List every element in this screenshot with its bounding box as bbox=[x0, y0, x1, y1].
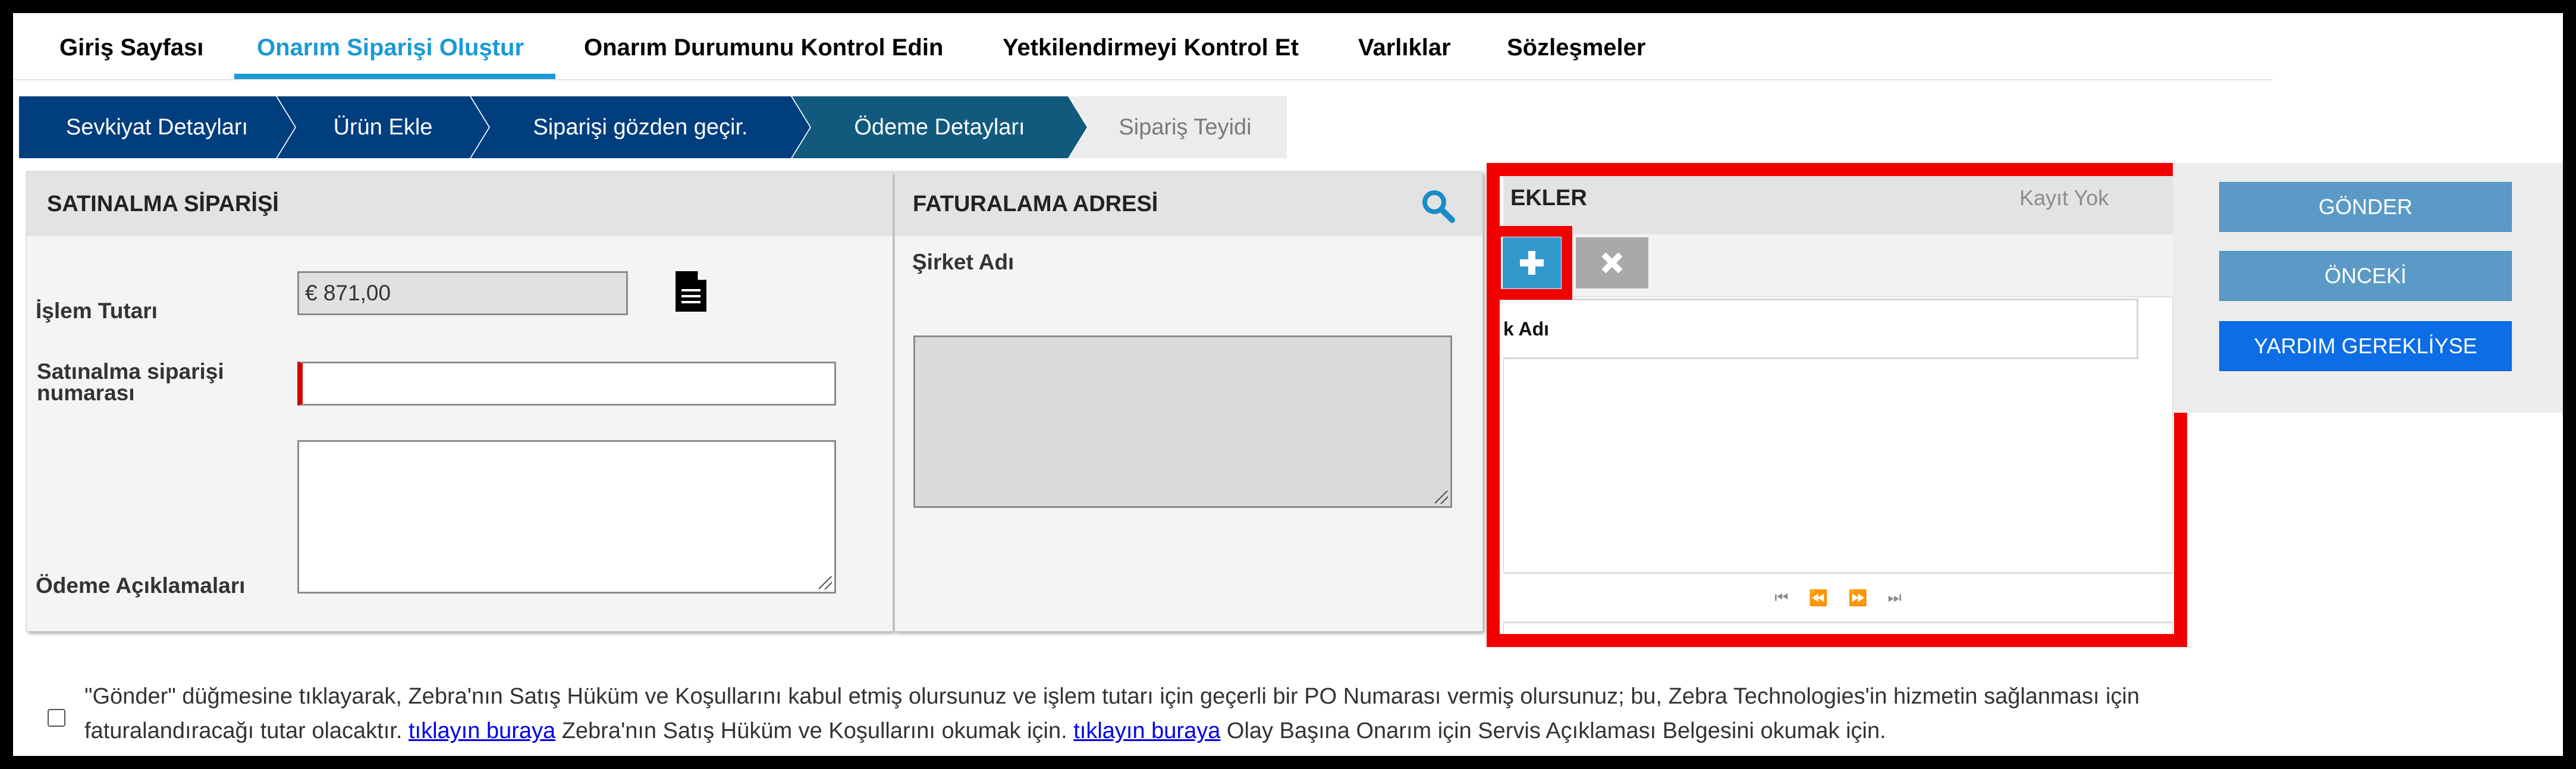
purchase-order-title: SATINALMA SİPARİŞİ bbox=[27, 172, 893, 236]
terms-link-sales-conditions[interactable]: tıklayın buraya bbox=[409, 718, 555, 743]
po-number-label-line1: Satınalma siparişi bbox=[37, 359, 224, 384]
help-button[interactable]: YARDIM GEREKLİYSE bbox=[2219, 321, 2512, 371]
plus-icon bbox=[1520, 251, 1544, 275]
close-icon bbox=[1601, 252, 1623, 274]
terms-text-part3: Olay Başına Onarım için Servis Açıklamas… bbox=[1226, 718, 1886, 743]
step-order-confirmation: Sipariş Teyidi bbox=[1069, 96, 1287, 158]
step-add-product: Ürün Ekle bbox=[277, 96, 489, 158]
payment-notes-textarea[interactable] bbox=[297, 440, 836, 594]
terms-link-service-description[interactable]: tıklayın buraya bbox=[1073, 718, 1220, 743]
step-label: Sipariş Teyidi bbox=[1119, 114, 1252, 140]
step-payment-details: Ödeme Detayları bbox=[792, 96, 1087, 158]
attachments-pager: ⏮ ⏪ ⏩ ⏭ bbox=[1503, 572, 2173, 623]
amount-field: € 871,00 bbox=[297, 271, 628, 315]
step-label: Sevkiyat Detayları bbox=[65, 114, 249, 140]
file-name-column-header[interactable]: k Adı bbox=[1503, 318, 1549, 340]
search-icon[interactable] bbox=[1420, 188, 1456, 224]
add-attachment-button[interactable] bbox=[1503, 237, 1561, 288]
step-label: Ürün Ekle bbox=[333, 114, 433, 140]
step-shipping-details: Sevkiyat Detayları bbox=[19, 96, 295, 158]
attachments-title: EKLER bbox=[1510, 186, 1587, 211]
nav-create-repair-order[interactable]: Onarım Siparişi Oluştur bbox=[257, 13, 524, 82]
attachments-record-count: Kayıt Yok bbox=[2019, 186, 2109, 210]
last-page-icon[interactable]: ⏭ bbox=[1887, 588, 1901, 607]
nav-home[interactable]: Giriş Sayfası bbox=[59, 13, 203, 82]
po-number-label-line2: numarası bbox=[37, 381, 135, 405]
step-label: Ödeme Detayları bbox=[854, 114, 1025, 140]
previous-page-icon[interactable]: ⏪ bbox=[1809, 589, 1828, 607]
delete-attachment-button[interactable] bbox=[1576, 237, 1648, 288]
amount-label: İşlem Tutarı bbox=[36, 299, 158, 323]
attachments-table-header: k Adı bbox=[1503, 299, 2138, 359]
po-number-input[interactable] bbox=[297, 362, 836, 406]
nav-divider bbox=[13, 79, 2273, 80]
nav-check-repair-status[interactable]: Onarım Durumunu Kontrol Edin bbox=[584, 13, 943, 82]
previous-button[interactable]: ÖNCEKİ bbox=[2219, 251, 2512, 301]
first-page-icon[interactable]: ⏮ bbox=[1774, 588, 1788, 607]
document-icon[interactable] bbox=[674, 270, 708, 313]
step-label: Siparişi gözden geçir. bbox=[533, 114, 748, 140]
terms-checkbox[interactable] bbox=[48, 709, 65, 727]
nav-assets[interactable]: Varlıklar bbox=[1358, 13, 1451, 82]
nav-active-indicator bbox=[234, 74, 555, 79]
payment-notes-label: Ödeme Açıklamaları bbox=[36, 573, 246, 598]
billing-address-textarea bbox=[913, 335, 1452, 508]
company-name-label: Şirket Adı bbox=[912, 250, 1014, 274]
next-page-icon[interactable]: ⏩ bbox=[1848, 589, 1867, 607]
resize-grip-icon[interactable] bbox=[819, 576, 832, 589]
resize-grip-icon bbox=[1435, 491, 1448, 504]
page: Giriş Sayfası Onarım Siparişi Oluştur On… bbox=[13, 13, 2563, 756]
send-button[interactable]: GÖNDER bbox=[2219, 182, 2512, 232]
billing-address-title: FATURALAMA ADRESİ bbox=[895, 172, 1482, 236]
terms-text-part2: Zebra'nın Satış Hüküm ve Koşullarını oku… bbox=[561, 718, 1067, 743]
nav-check-authorization[interactable]: Yetkilendirmeyi Kontrol Et bbox=[1003, 13, 1299, 82]
step-review-order: Siparişi gözden geçir. bbox=[471, 96, 810, 158]
nav-contracts[interactable]: Sözleşmeler bbox=[1507, 13, 1645, 82]
terms-text: "Gönder" düğmesine tıklayarak, Zebra'nın… bbox=[84, 679, 2201, 748]
